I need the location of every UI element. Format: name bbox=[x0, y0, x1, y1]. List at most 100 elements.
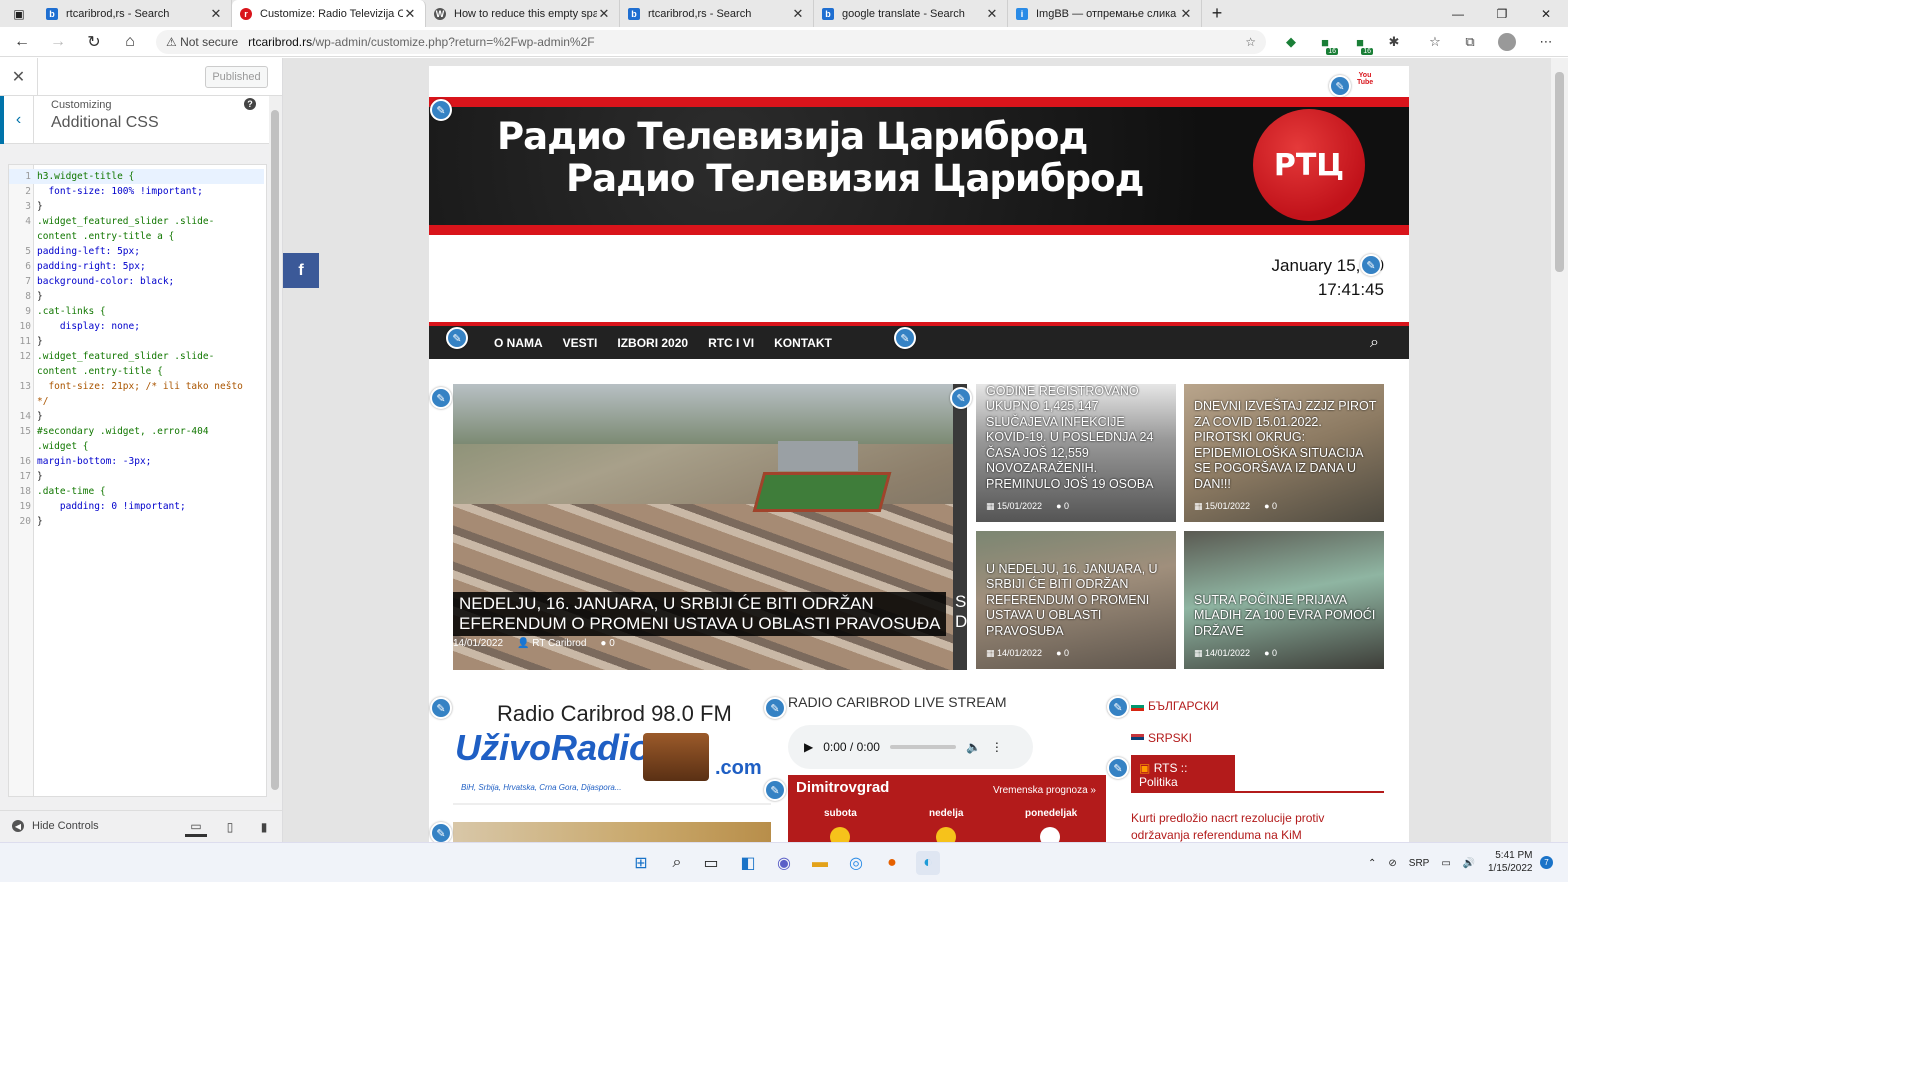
extensions-icon[interactable]: ✱ bbox=[1383, 31, 1405, 53]
news-card[interactable]: SUTRA POČINJE PRIJAVA MLADIH ZA 100 EVRA… bbox=[1184, 531, 1384, 669]
nav-rtc-i-vi[interactable]: RTC I VI bbox=[708, 336, 754, 350]
close-customizer-icon[interactable]: ✕ bbox=[0, 58, 38, 96]
display-icon[interactable]: ▭ bbox=[1441, 858, 1450, 869]
profile-avatar[interactable] bbox=[1496, 31, 1518, 53]
task-view-icon[interactable]: ▭ bbox=[699, 851, 723, 875]
new-tab-button[interactable]: + bbox=[1202, 0, 1232, 27]
css-code-line[interactable]: 1 h3.widget-title { bbox=[9, 169, 264, 184]
search-icon[interactable]: ⌕ bbox=[1370, 334, 1379, 352]
css-code-line[interactable]: 9 .cat-links { bbox=[9, 304, 264, 319]
restore-icon[interactable]: ❐ bbox=[1480, 0, 1524, 27]
show-hidden-icons[interactable]: ⌃ bbox=[1368, 858, 1376, 869]
news-card[interactable]: U NEDELJU, 16. JANUARA, U SRBIJI ĆE BITI… bbox=[976, 531, 1176, 669]
news-card-title[interactable]: DNEVNI IZVEŠTAJ ZZJZ PIROT ZA COVID 15.0… bbox=[1194, 399, 1378, 492]
home-icon[interactable]: ⌂ bbox=[112, 27, 148, 57]
edit-shortcut-icon[interactable]: ✎ bbox=[446, 327, 468, 349]
close-tab-icon[interactable]: ✕ bbox=[791, 6, 805, 22]
slide-date[interactable]: 14/01/2022 bbox=[453, 638, 503, 649]
hide-controls-button[interactable]: ◀ Hide Controls bbox=[12, 820, 99, 832]
news-card-title[interactable]: SUTRA POČINJE PRIJAVA MLADIH ZA 100 EVRA… bbox=[1194, 593, 1378, 640]
volume-icon[interactable]: 🔊 bbox=[1463, 858, 1475, 869]
css-code-line[interactable]: 5 padding-left: 5px; bbox=[9, 244, 264, 259]
edit-shortcut-icon[interactable]: ✎ bbox=[950, 387, 972, 409]
nav-o-nama[interactable]: O NAMA bbox=[494, 336, 543, 350]
rts-feed-item[interactable]: Kurti predložio nacrt rezolucije protiv … bbox=[1131, 810, 1361, 842]
edit-shortcut-icon[interactable]: ✎ bbox=[764, 779, 786, 801]
nav-kontakt[interactable]: KONTAKT bbox=[774, 336, 832, 350]
edit-shortcut-icon[interactable]: ✎ bbox=[1360, 254, 1382, 276]
url-field[interactable]: ⚠ Not secure rtcaribrod.rs/wp-admin/cust… bbox=[156, 30, 1266, 54]
forward-icon[interactable]: → bbox=[40, 27, 76, 57]
close-tab-icon[interactable]: ✕ bbox=[1179, 6, 1193, 22]
mobile-preview-icon[interactable]: ▮ bbox=[253, 817, 275, 837]
edit-shortcut-icon[interactable]: ✎ bbox=[430, 99, 452, 121]
collections-icon[interactable]: ⧉ bbox=[1459, 31, 1481, 53]
scrollbar-thumb[interactable] bbox=[271, 110, 279, 790]
refresh-icon[interactable]: ↻ bbox=[76, 27, 112, 57]
css-code-line[interactable]: 6 padding-right: 5px; bbox=[9, 259, 264, 274]
search-icon[interactable]: ⌕ bbox=[665, 851, 689, 875]
edit-shortcut-icon[interactable]: ✎ bbox=[430, 697, 452, 719]
css-code-line[interactable]: */ bbox=[9, 394, 264, 409]
published-button[interactable]: Published bbox=[205, 66, 268, 88]
close-tab-icon[interactable]: ✕ bbox=[209, 6, 223, 22]
nav-izbori-2020[interactable]: IZBORI 2020 bbox=[617, 336, 688, 350]
file-explorer-icon[interactable]: ▬ bbox=[808, 851, 832, 875]
language-bulgarian[interactable]: БЪЛГАРСКИ bbox=[1131, 699, 1219, 713]
css-code-line[interactable]: 8} bbox=[9, 289, 264, 304]
css-editor[interactable]: 1 h3.widget-title {2 font-size: 100% !imp… bbox=[8, 164, 267, 797]
css-code-line[interactable]: 4 .widget_featured_slider .slide- bbox=[9, 214, 264, 229]
extension-icon[interactable]: ■ 16 bbox=[1314, 31, 1338, 55]
youtube-icon[interactable]: You Tube bbox=[1357, 72, 1373, 90]
player-menu-icon[interactable]: ⋮ bbox=[991, 740, 1003, 754]
nav-vesti[interactable]: VESTI bbox=[563, 336, 598, 350]
facebook-share-button[interactable]: f bbox=[283, 253, 319, 288]
css-code-line[interactable]: 19 padding: 0 !important; bbox=[9, 499, 264, 514]
start-icon[interactable]: ⊞ bbox=[629, 851, 653, 875]
css-code-line[interactable]: 17} bbox=[9, 469, 264, 484]
css-code-line[interactable]: 2 font-size: 100% !important; bbox=[9, 184, 264, 199]
css-code-line[interactable]: .widget { bbox=[9, 439, 264, 454]
edit-shortcut-icon[interactable]: ✎ bbox=[894, 327, 916, 349]
tablet-preview-icon[interactable]: ▯ bbox=[219, 817, 241, 837]
minimize-icon[interactable]: — bbox=[1436, 0, 1480, 27]
player-progress[interactable] bbox=[889, 745, 956, 749]
css-code-line[interactable]: 14} bbox=[9, 409, 264, 424]
close-tab-icon[interactable]: ✕ bbox=[403, 6, 417, 22]
notification-badge[interactable]: 7 bbox=[1540, 856, 1553, 869]
css-code-line[interactable]: 7 background-color: black; bbox=[9, 274, 264, 289]
close-tab-icon[interactable]: ✕ bbox=[985, 6, 999, 22]
slide-title[interactable]: NEDELJU, 16. JANUARA, U SRBIJI ĆE BITI O… bbox=[453, 592, 947, 636]
help-icon[interactable]: ? bbox=[244, 98, 256, 110]
volume-icon[interactable]: 🔈 bbox=[966, 740, 981, 754]
radio-caribrod-banner[interactable]: Radio Caribrod 98.0 FM UživoRadio .com B… bbox=[453, 695, 771, 805]
back-icon[interactable]: ← bbox=[4, 27, 40, 57]
close-window-icon[interactable]: ✕ bbox=[1524, 0, 1568, 27]
browser-tab[interactable]: W How to reduce this empty space ✕ bbox=[426, 0, 620, 27]
css-code-line[interactable]: 12 .widget_featured_slider .slide- bbox=[9, 349, 264, 364]
browser-tab[interactable]: i ImgBB — отпремање слика и х ✕ bbox=[1008, 0, 1202, 27]
css-code-line[interactable]: 16 margin-bottom: -3px; bbox=[9, 454, 264, 469]
chat-icon[interactable]: ◉ bbox=[772, 851, 796, 875]
extension-icon[interactable]: ◆ bbox=[1280, 31, 1302, 53]
slide-comments[interactable]: 0 bbox=[609, 638, 615, 649]
edit-shortcut-icon[interactable]: ✎ bbox=[430, 387, 452, 409]
css-code-line[interactable]: 20} bbox=[9, 514, 264, 529]
favorites-icon[interactable]: ☆ bbox=[1424, 31, 1446, 53]
slide-author[interactable]: RT Caribrod bbox=[532, 638, 586, 649]
extension-icon[interactable]: ■ 16 bbox=[1349, 31, 1373, 55]
imgbb-taskbar-icon[interactable]: ◎ bbox=[844, 851, 868, 875]
weather-forecast-link[interactable]: Vremenska prognoza » bbox=[993, 785, 1096, 796]
play-icon[interactable]: ▶ bbox=[804, 740, 813, 754]
scrollbar-thumb[interactable] bbox=[1555, 72, 1564, 272]
browser-tab[interactable]: b google translate - Search ✕ bbox=[814, 0, 1008, 27]
browser-tab[interactable]: b rtcaribrod,rs - Search ✕ bbox=[38, 0, 232, 27]
browser-tab-active[interactable]: r Customize: Radio Televizija Carib ✕ bbox=[232, 0, 426, 27]
css-code-line[interactable]: content .entry-title { bbox=[9, 364, 264, 379]
browser-tab[interactable]: b rtcaribrod,rs - Search ✕ bbox=[620, 0, 814, 27]
language-serbian[interactable]: SRPSKI bbox=[1131, 731, 1192, 745]
css-code-line[interactable]: 11} bbox=[9, 334, 264, 349]
back-chevron-icon[interactable]: ‹ bbox=[0, 96, 34, 144]
news-card[interactable]: DNEVNI IZVEŠTAJ ZZJZ PIROT ZA COVID 15.0… bbox=[1184, 384, 1384, 522]
widgets-icon[interactable]: ◧ bbox=[736, 851, 760, 875]
